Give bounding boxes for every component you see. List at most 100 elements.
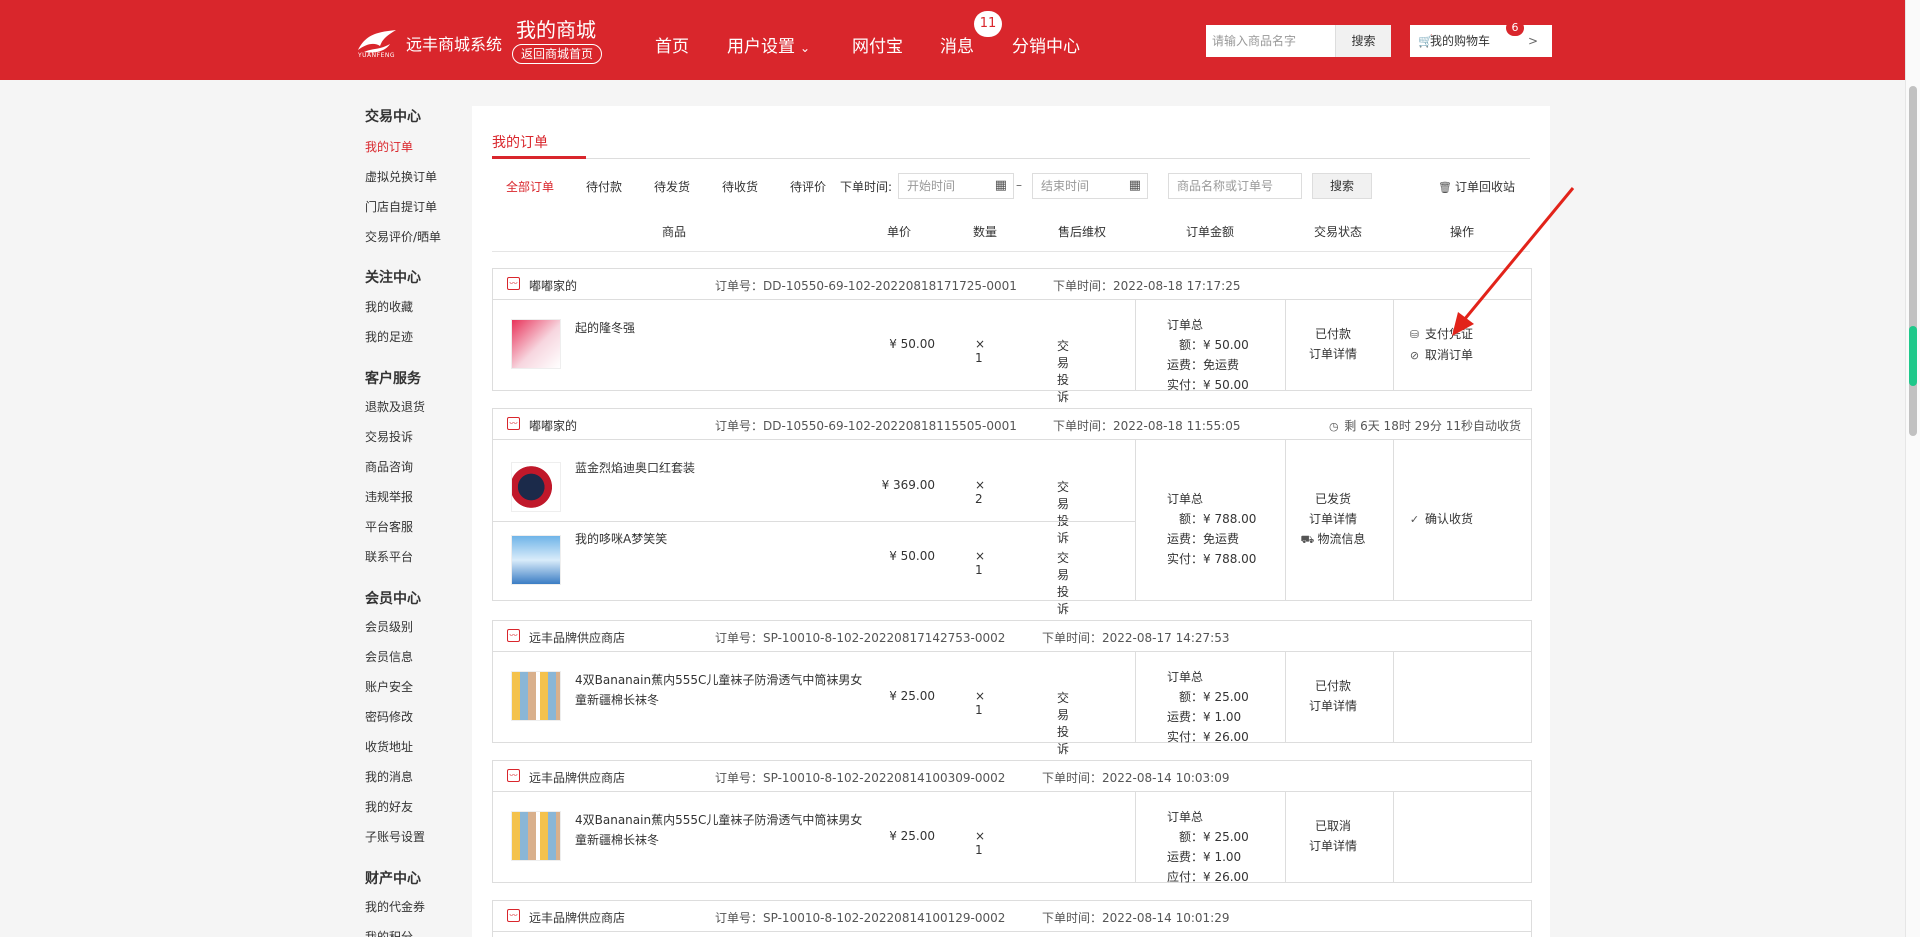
- sidebar-item-messages[interactable]: 我的消息: [365, 768, 413, 785]
- search-button[interactable]: 搜索: [1335, 25, 1391, 57]
- shop-name[interactable]: 嘟嘟家的: [529, 277, 577, 294]
- shop-icon: 〰: [507, 769, 520, 782]
- product-name[interactable]: 4双Bananain蕉内555C儿童袜子防滑透气中筒袜男女童新疆棉长袜冬: [575, 810, 865, 850]
- order-amount: 订单总额：¥ 25.00 运费：¥ 1.00 实付：¥ 26.00: [1166, 670, 1249, 744]
- sidebar-item-pickup-orders[interactable]: 门店自提订单: [365, 198, 437, 215]
- order-search-button[interactable]: 搜索: [1312, 173, 1372, 199]
- quantity: × 1: [975, 829, 986, 857]
- shop-name[interactable]: 嘟嘟家的: [529, 417, 577, 434]
- complaint-link[interactable]: 交易投诉: [1057, 689, 1069, 757]
- order-time: 下单时间：2022-08-14 10:03:09: [1042, 771, 1230, 785]
- filter-unshipped[interactable]: 待发货: [654, 178, 690, 195]
- sidebar-item-virtual-orders[interactable]: 虚拟兑换订单: [365, 168, 437, 185]
- sidebar-item-favorites[interactable]: 我的收藏: [365, 298, 413, 315]
- sidebar-item-my-orders[interactable]: 我的订单: [365, 138, 413, 155]
- nav-messages[interactable]: 消息: [940, 32, 974, 57]
- scrollbar-indicator: [1909, 326, 1917, 386]
- brand-logo[interactable]: YUANFENG 远丰商城系统: [356, 28, 503, 59]
- cart-button[interactable]: 🛒 我的购物车 >: [1410, 25, 1552, 57]
- product-image[interactable]: [511, 462, 561, 512]
- sidebar-item-subaccounts[interactable]: 子账号设置: [365, 828, 425, 845]
- sidebar-item-member-level[interactable]: 会员级别: [365, 618, 413, 635]
- product-name[interactable]: 起的隆冬强: [575, 318, 865, 338]
- complaint-link[interactable]: 交易投诉: [1057, 337, 1069, 405]
- sidebar-item-member-info[interactable]: 会员信息: [365, 648, 413, 665]
- sidebar-item-reviews[interactable]: 交易评价/晒单: [365, 228, 441, 245]
- order-detail-link[interactable]: 订单详情: [1281, 696, 1385, 716]
- sidebar-item-contact[interactable]: 联系平台: [365, 548, 413, 565]
- product-image[interactable]: [511, 671, 561, 721]
- tab-divider: [492, 158, 1530, 159]
- back-home-button[interactable]: 返回商城首页: [512, 44, 603, 64]
- unit-price: ¥ 369.00: [881, 478, 935, 492]
- message-count-badge: 11: [974, 11, 1002, 37]
- product-image[interactable]: [511, 319, 561, 369]
- sidebar-item-footprints[interactable]: 我的足迹: [365, 328, 413, 345]
- order-actions: ⛁ 支付凭证 ⊘ 取消订单: [1408, 324, 1473, 366]
- sidebar-item-points[interactable]: 我的积分: [365, 928, 413, 937]
- filter-all[interactable]: 全部订单: [506, 178, 554, 195]
- order-detail-link[interactable]: 订单详情: [1281, 344, 1385, 364]
- payment-proof-button[interactable]: ⛁ 支付凭证: [1408, 324, 1473, 345]
- keyword-input[interactable]: 商品名称或订单号: [1168, 173, 1302, 199]
- product-name[interactable]: 蓝金烈焰迪奥口红套装: [575, 458, 865, 478]
- page-scrollbar[interactable]: [1905, 0, 1920, 937]
- order-time-label: 下单时间:: [840, 180, 893, 194]
- sidebar-item-consult[interactable]: 商品咨询: [365, 458, 413, 475]
- divider: [1393, 300, 1394, 391]
- quantity: × 1: [975, 337, 986, 365]
- divider: [1393, 440, 1394, 601]
- product-name[interactable]: 4双Bananain蕉内555C儿童袜子防滑透气中筒袜男女童新疆棉长袜冬: [575, 670, 865, 710]
- nav-wangfubao[interactable]: 网付宝: [852, 32, 903, 57]
- nav-user-settings[interactable]: 用户设置 ⌄: [727, 32, 810, 57]
- calendar-icon: ▦: [994, 178, 1007, 193]
- sidebar-item-vouchers[interactable]: 我的代金券: [365, 898, 425, 915]
- sidebar-item-friends[interactable]: 我的好友: [365, 798, 413, 815]
- sidebar-group-follow: 关注中心: [365, 270, 421, 286]
- clock-icon: ◷: [1328, 420, 1339, 433]
- shop-icon: 〰: [507, 909, 520, 922]
- product-image[interactable]: [511, 535, 561, 585]
- cancel-order-button[interactable]: ⊘ 取消订单: [1408, 345, 1473, 366]
- order-amount: 订单总额：¥ 25.00 运费：¥ 1.00 应付：¥ 26.00: [1166, 810, 1249, 884]
- order-header: 〰 远丰品牌供应商店 订单号：SP-10010-8-102-2022081714…: [493, 621, 1531, 652]
- tab-my-orders[interactable]: 我的订单: [492, 132, 548, 152]
- auto-receive-countdown: ◷ 剩 6天 18时 29分 11秒自动收货: [1328, 419, 1521, 433]
- complaint-link[interactable]: 交易投诉: [1057, 478, 1069, 546]
- filter-unpaid[interactable]: 待付款: [586, 178, 622, 195]
- confirm-receipt-button[interactable]: ✓ 确认收货: [1408, 509, 1473, 530]
- shop-name[interactable]: 远丰品牌供应商店: [529, 909, 625, 926]
- order-number: 订单号：DD-10550-69-102-20220818115505-0001: [715, 419, 1017, 433]
- start-date-input[interactable]: 开始时间 ▦: [898, 173, 1014, 199]
- order-header: 〰 嘟嘟家的 订单号：DD-10550-69-102-2022081811550…: [493, 409, 1531, 440]
- filter-unreceived[interactable]: 待收货: [722, 178, 758, 195]
- order-time: 下单时间：2022-08-17 14:27:53: [1042, 631, 1230, 645]
- sidebar-item-security[interactable]: 账户安全: [365, 678, 413, 695]
- col-unit-price: 单价: [887, 225, 912, 239]
- sidebar-item-password[interactable]: 密码修改: [365, 708, 413, 725]
- sidebar-item-support[interactable]: 平台客服: [365, 518, 413, 535]
- sidebar-item-report[interactable]: 违规举报: [365, 488, 413, 505]
- brand-name: 远丰商城系统: [406, 35, 503, 54]
- end-date-input[interactable]: 结束时间 ▦: [1032, 173, 1148, 199]
- product-image[interactable]: [511, 811, 561, 861]
- complaint-link[interactable]: 交易投诉: [1057, 549, 1069, 617]
- shop-name[interactable]: 远丰品牌供应商店: [529, 629, 625, 646]
- sidebar-item-complaints[interactable]: 交易投诉: [365, 428, 413, 445]
- unit-price: ¥ 25.00: [889, 829, 935, 843]
- logistics-link[interactable]: ⛟ 物流信息: [1281, 529, 1385, 550]
- product-name[interactable]: 我的哆咪A梦笑笑: [575, 529, 865, 549]
- recycle-bin-link[interactable]: 🗑 订单回收站: [1438, 178, 1515, 195]
- order-detail-link[interactable]: 订单详情: [1281, 509, 1385, 529]
- sidebar-item-refunds[interactable]: 退款及退货: [365, 398, 425, 415]
- divider: [1135, 440, 1136, 601]
- sidebar-item-address[interactable]: 收货地址: [365, 738, 413, 755]
- order-amount: 订单总额：¥ 50.00 运费：免运费 实付：¥ 50.00: [1166, 318, 1249, 392]
- nav-distribution[interactable]: 分销中心: [1012, 32, 1080, 57]
- order-number: 订单号：SP-10010-8-102-20220817142753-0002: [715, 631, 1006, 645]
- order-detail-link[interactable]: 订单详情: [1281, 836, 1385, 856]
- divider: [1393, 652, 1394, 743]
- nav-home[interactable]: 首页: [655, 32, 689, 57]
- shop-name[interactable]: 远丰品牌供应商店: [529, 769, 625, 786]
- filter-unreviewed[interactable]: 待评价: [790, 178, 826, 195]
